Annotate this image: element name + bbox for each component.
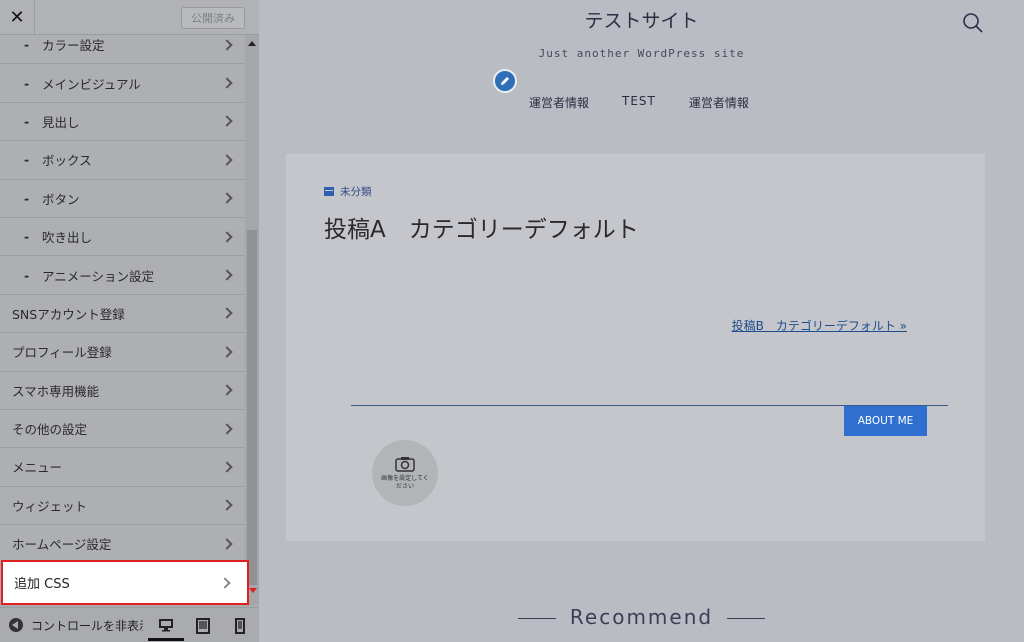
chevron-right-icon [221, 154, 233, 166]
search-icon [963, 13, 983, 33]
menu-item-sns-accounts[interactable]: SNSアカウント登録 [0, 294, 245, 334]
menu-item-headings[interactable]: - 見出し [0, 102, 245, 142]
customizer-header: ✕ 公開済み [0, 0, 259, 35]
sub-dash: - [24, 37, 30, 53]
tablet-preview-button[interactable] [185, 611, 221, 641]
desktop-preview-button[interactable] [148, 611, 184, 641]
next-post-link[interactable]: 投稿B カテゴリーデフォルト » [732, 317, 907, 334]
chevron-right-icon [221, 192, 233, 204]
menu-item-label: 追加 CSS [14, 577, 70, 592]
post-title: 投稿A カテゴリーデフォルト [324, 217, 639, 243]
scrollbar-thumb[interactable] [247, 230, 257, 585]
chevron-right-icon [221, 499, 233, 512]
menu-item-label: ボタン [42, 191, 80, 207]
folder-icon [324, 187, 334, 196]
chevron-right-icon [221, 115, 233, 128]
nav-item[interactable]: 運営者情報 [689, 94, 749, 111]
desktop-icon [159, 618, 173, 631]
menu-item-main-visual[interactable]: - メインビジュアル [0, 64, 245, 103]
menu-item-label: スマホ専用機能 [12, 383, 100, 399]
post-card: 未分類 投稿A カテゴリーデフォルト 投稿B カテゴリーデフォルト » ABOU… [286, 154, 985, 541]
chevron-right-icon [221, 384, 233, 396]
menu-item-speech-bubble[interactable]: - 吹き出し [0, 217, 245, 257]
collapse-controls-button[interactable]: コントロールを非表示 [31, 617, 143, 634]
customizer-menu: - カラー設定 - メインビジュアル - 見出し - ボックス - ボタン - … [0, 26, 245, 564]
camera-icon [395, 456, 415, 472]
menu-item-button[interactable]: - ボタン [0, 179, 245, 218]
menu-item-label: 見出し [42, 114, 80, 130]
category-label: 未分類 [340, 186, 372, 198]
chevron-right-icon [221, 422, 233, 435]
avatar: 画像を設定してください [372, 440, 438, 506]
pencil-icon [501, 77, 509, 85]
sidebar-scrollbar[interactable] [245, 35, 259, 605]
chevron-right-icon [219, 576, 231, 589]
nav-item[interactable]: 運営者情報 [529, 94, 589, 111]
recommend-label: Recommend [569, 605, 714, 629]
site-tagline: Just another WordPress site [538, 47, 745, 60]
menu-item-widgets[interactable]: ウィジェット [0, 486, 245, 526]
highlight-marker-icon [249, 588, 257, 593]
sub-dash: - [24, 152, 30, 168]
post-category[interactable]: 未分類 [324, 184, 372, 199]
site-title[interactable]: テストサイト [259, 6, 1024, 33]
customizer-sidebar: - カラー設定 - メインビジュアル - 見出し - ボックス - ボタン - … [0, 0, 259, 642]
menu-item-label: ウィジェット [12, 498, 88, 514]
close-button[interactable]: ✕ [0, 0, 35, 35]
recommend-heading: Recommend [259, 605, 1024, 629]
menu-item-label: メニュー [12, 460, 63, 476]
avatar-placeholder-text: 画像を設定してください [381, 474, 429, 490]
chevron-right-icon [221, 307, 233, 320]
customizer-footer: コントロールを非表示 [0, 607, 259, 642]
sub-dash: - [24, 75, 30, 91]
publish-button[interactable]: 公開済み [181, 7, 245, 29]
menu-item-additional-css[interactable]: 追加 CSS [1, 560, 249, 605]
chevron-right-icon [221, 346, 233, 358]
menu-item-box[interactable]: - ボックス [0, 141, 245, 180]
menu-item-other-settings[interactable]: その他の設定 [0, 409, 245, 449]
menu-item-label: ホームページ設定 [12, 537, 112, 553]
scroll-up-arrow-icon[interactable] [248, 41, 256, 46]
sub-dash: - [24, 113, 30, 129]
chevron-right-icon [221, 39, 233, 51]
chevron-right-icon [221, 269, 233, 281]
close-icon: ✕ [9, 7, 25, 28]
chevron-right-icon [221, 538, 233, 550]
about-me-button[interactable]: ABOUT ME [844, 406, 927, 436]
menu-item-label: SNSアカウント登録 [12, 306, 125, 322]
collapse-arrow-icon[interactable] [9, 618, 23, 632]
sub-dash: - [24, 229, 30, 245]
mobile-icon [235, 618, 245, 634]
sub-dash: - [24, 267, 30, 283]
sub-dash: - [24, 190, 30, 206]
chevron-right-icon [221, 230, 233, 243]
menu-item-smartphone[interactable]: スマホ専用機能 [0, 371, 245, 410]
chevron-right-icon [221, 461, 233, 473]
menu-item-label: アニメーション設定 [42, 268, 155, 284]
search-button[interactable] [962, 12, 984, 38]
menu-item-label: ボックス [42, 153, 92, 169]
menu-item-label: カラー設定 [42, 38, 105, 54]
menu-item-label: プロフィール登録 [12, 345, 112, 361]
site-preview: テストサイト Just another WordPress site 運営者情報… [259, 0, 1024, 642]
heading-line [727, 618, 766, 619]
menu-item-profile[interactable]: プロフィール登録 [0, 333, 245, 372]
menu-item-label: その他の設定 [12, 422, 88, 438]
menu-item-label: 吹き出し [42, 230, 93, 246]
heading-line [517, 618, 556, 619]
mobile-preview-button[interactable] [222, 611, 258, 641]
nav-item[interactable]: TEST [622, 94, 656, 111]
menu-item-label: メインビジュアル [42, 76, 141, 92]
edit-shortcut-button[interactable] [493, 69, 517, 93]
menu-item-animation-settings[interactable]: - アニメーション設定 [0, 256, 245, 295]
main-navigation: 運営者情報 TEST 運営者情報 [529, 94, 749, 111]
tablet-icon [196, 618, 210, 634]
menu-item-menus[interactable]: メニュー [0, 448, 245, 487]
menu-item-homepage-settings[interactable]: ホームページ設定 [0, 525, 245, 564]
chevron-right-icon [221, 77, 233, 89]
